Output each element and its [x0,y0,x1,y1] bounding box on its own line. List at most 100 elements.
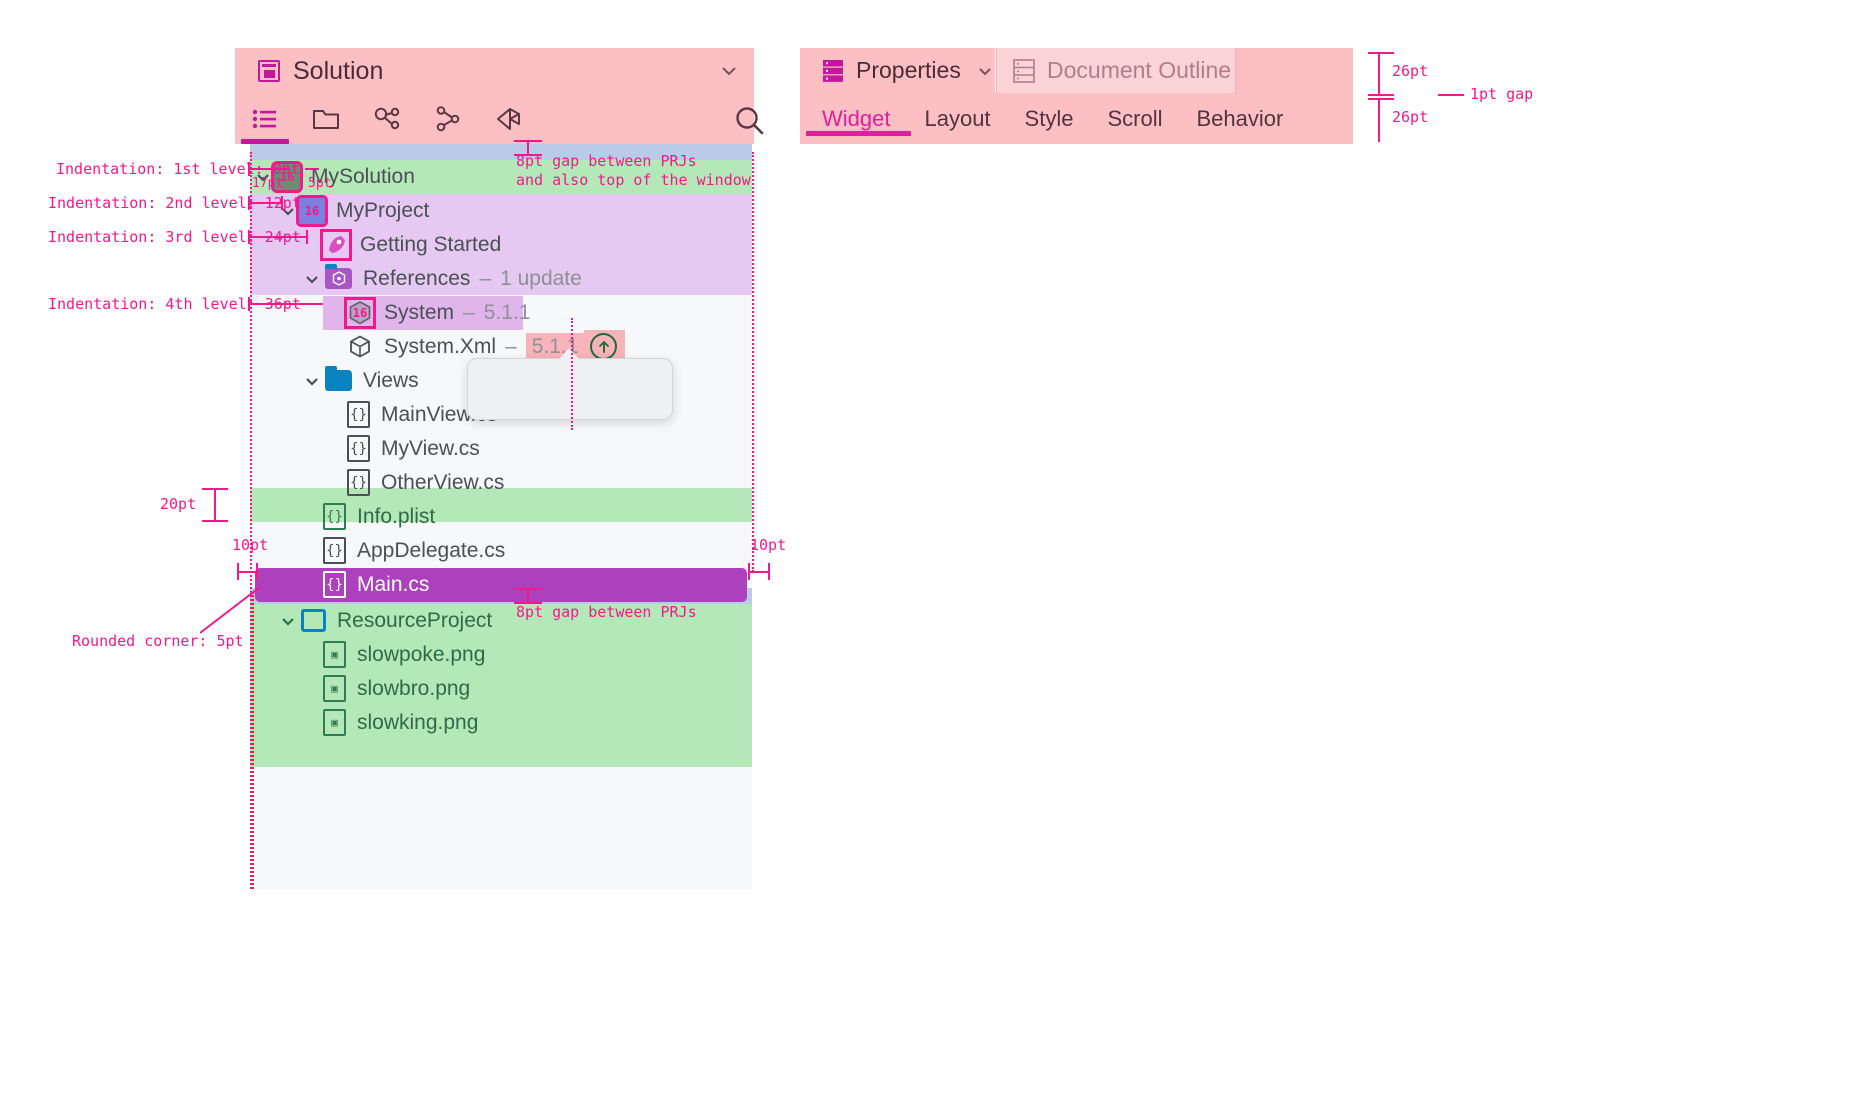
anno-icongap-leader [305,168,319,170]
chevron-down-icon[interactable] [718,60,740,82]
tab-properties-label: Properties [856,57,961,83]
widget-tab-underline [806,131,911,136]
tree-row-slowpoke[interactable]: ▣ slowpoke.png [250,638,752,672]
tab-properties[interactable]: Properties [800,48,995,93]
tree-row-label: References [363,266,471,290]
unity-view-icon[interactable] [479,94,539,144]
tree-row-main-selected[interactable]: {} Main.cs [255,568,747,602]
guide-right-inset [752,152,754,572]
anno-indent-2-cap2 [281,196,283,210]
tabstrip-filler [1236,48,1353,93]
anno-tab-gap-leader [1438,94,1464,96]
tab-layout[interactable]: Layout [924,106,990,132]
solution-tree[interactable]: 16 MySolution 16 MyProject Getting Start… [250,144,752,889]
image-file-icon: ▣ [323,709,346,737]
solution-panel-icon [258,60,280,82]
tab-widget[interactable]: Widget [822,106,890,132]
chevron-placeholder [325,438,347,460]
search-icon[interactable] [731,102,769,140]
anno-inset-left-cap2 [256,563,258,580]
anno-indent-2-leader [248,202,283,204]
tree-row-references[interactable]: References – 1 update [250,262,752,296]
folder-view-icon[interactable] [296,94,356,144]
anno-tabbar-h2-bar [1378,98,1380,142]
chevron-expanded-icon[interactable] [301,370,323,392]
tree-row-label: OtherView.cs [381,470,505,494]
properties-icon [822,59,844,83]
cs-file-icon: {} [323,537,346,565]
anno-row-height-cap1 [202,488,228,490]
plist-file-icon: {} [323,503,346,531]
tree-row-suffix: 5.1.1 [483,300,531,324]
anno-row-height: 20pt [160,495,197,513]
tree-row-label: MyProject [336,198,430,222]
resource-project-icon [301,609,326,633]
class-view-icon[interactable] [357,94,417,144]
guide-rounded-corner [252,592,254,889]
anno-tabbar-h1-cap1 [1368,52,1394,54]
anno-icon-gap: 5pt [308,176,332,191]
folder-icon [325,366,352,392]
anno-tabbar-h2-cap1 [1368,98,1394,100]
chevron-placeholder [301,712,323,734]
tree-row-myproject[interactable]: 16 MyProject [250,194,752,228]
anno-tab-gap: 1pt gap [1470,85,1534,103]
references-folder-icon [325,264,352,290]
anno-chevron-leader [266,168,288,170]
rocket-icon [320,228,352,261]
package-icon: 16 [344,296,376,329]
tab-document-outline[interactable]: Document Outline [996,48,1236,93]
anno-tabbar-h1-cap2 [1368,94,1394,96]
tree-row-dash: – [463,300,475,324]
tree-row-myview[interactable]: {} MyView.cs [250,432,752,466]
properties-panel-body [800,144,1353,889]
tree-row-infoplist[interactable]: {} Info.plist [250,500,752,534]
anno-inset-right: 10pt [750,536,787,554]
tree-row-label: Info.plist [357,504,436,528]
image-file-icon: ▣ [323,641,346,669]
tree-row-label: slowking.png [357,710,479,734]
tab-scroll[interactable]: Scroll [1107,106,1162,132]
chevron-expanded-icon[interactable] [277,610,299,632]
tree-row-appdelegate[interactable]: {} AppDelegate.cs [250,534,752,568]
anno-inset-left: 10pt [232,536,269,554]
properties-tabstrip: Properties Document Outline [800,48,1353,93]
tab-behavior[interactable]: Behavior [1196,106,1283,132]
chevron-placeholder [301,678,323,700]
document-outline-icon [1013,58,1035,83]
tree-row-dash: – [505,334,517,358]
anno-tabbar-height-1: 26pt [1392,62,1429,80]
tree-row-otherview[interactable]: {} OtherView.cs [250,466,752,500]
chevron-placeholder [301,506,323,528]
solution-panel-title: Solution [293,56,384,85]
chevron-expanded-icon[interactable] [301,268,323,290]
list-view-icon[interactable] [235,94,295,144]
anno-indent-3-leader [248,236,308,238]
properties-panel-header: Properties Document Outline Widget Layou… [800,48,1353,144]
anno-indent-3-cap [248,230,250,244]
tree-row-system[interactable]: 16 System – 5.1.1 [250,296,752,330]
anno-tabbar-height-2: 26pt [1392,108,1429,126]
cs-file-icon: {} [347,401,370,429]
anno-inset-right-cap1 [748,563,750,580]
tree-row-suffix: 1 update [500,266,582,290]
tree-row-label: AppDelegate.cs [357,538,506,562]
tree-row-slowbro[interactable]: ▣ slowbro.png [250,672,752,706]
update-available-icon[interactable] [590,333,618,361]
tree-row-slowking[interactable]: ▣ slowking.png [250,706,752,740]
tab-style[interactable]: Style [1025,106,1074,132]
tree-row-getting-started[interactable]: Getting Started [250,228,752,262]
tab-document-outline-label: Document Outline [1047,57,1232,83]
chevron-down-icon[interactable] [975,61,995,81]
properties-subtabs: Widget Layout Style Scroll Behavior [800,93,1353,144]
chevron-placeholder [325,302,347,324]
git-branch-icon[interactable] [418,94,478,144]
anno-rounded-corner-leader [200,586,261,634]
anno-inset-left-cap1 [237,563,239,580]
anno-prj-gap-top: 8pt gap between PRJs and also top of the… [516,152,751,190]
anno-indent-1-cap [248,162,250,176]
chevron-placeholder [325,404,347,426]
solution-panel-header: Solution [235,48,754,144]
update-tooltip-popup [467,348,673,420]
chevron-placeholder [301,574,323,596]
